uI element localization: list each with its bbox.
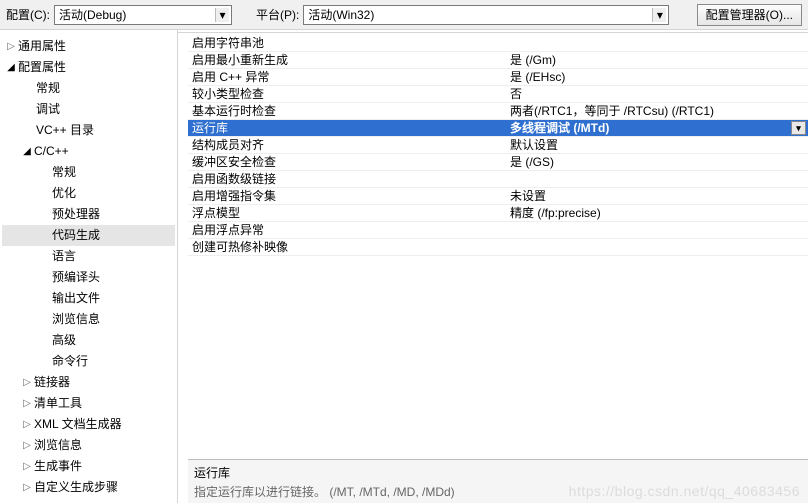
property-row[interactable]: 启用字符串池: [188, 35, 808, 52]
description-pane: 运行库 指定运行库以进行链接。 (/MT, /MTd, /MD, /MDd): [188, 459, 808, 503]
property-row[interactable]: 启用函数级链接: [188, 171, 808, 188]
property-value: 两者(/RTC1，等同于 /RTCsu) (/RTC1): [508, 103, 808, 119]
tree-item-cc-cmdline[interactable]: 命令行: [2, 351, 175, 372]
property-row[interactable]: 启用最小重新生成是 (/Gm): [188, 52, 808, 69]
tree-item-cc-pch[interactable]: 预编译头: [2, 267, 175, 288]
property-value: 否: [508, 86, 808, 102]
tree-item-cc[interactable]: ◢C/C++: [2, 141, 175, 162]
property-row[interactable]: 缓冲区安全检查是 (/GS): [188, 154, 808, 171]
property-row[interactable]: 结构成员对齐默认设置: [188, 137, 808, 154]
property-value: [508, 239, 808, 255]
config-label: 配置(C):: [6, 6, 50, 23]
property-name: 启用字符串池: [188, 35, 508, 51]
property-name: 运行库: [188, 120, 508, 136]
property-value: 是 (/GS): [508, 154, 808, 170]
config-tree[interactable]: ▷通用属性 ◢配置属性 常规 调试 VC++ 目录 ◢C/C++ 常规 优化 预…: [0, 30, 178, 503]
chevron-down-icon: ▾: [215, 8, 229, 22]
tree-item-cc-opt[interactable]: 优化: [2, 183, 175, 204]
property-name: 缓冲区安全检查: [188, 154, 508, 170]
tree-item-xmldoc[interactable]: ▷XML 文档生成器: [2, 414, 175, 435]
property-value: 是 (/EHsc): [508, 69, 808, 85]
property-name: 启用浮点异常: [188, 222, 508, 238]
property-name: 创建可热修补映像: [188, 239, 508, 255]
property-name: 启用 C++ 异常: [188, 69, 508, 85]
property-value[interactable]: 多线程调试 (/MTd)▾: [508, 120, 808, 136]
property-name: 启用函数级链接: [188, 171, 508, 187]
tree-item-general[interactable]: ▷通用属性: [2, 36, 175, 57]
property-value: [508, 35, 808, 51]
property-grid[interactable]: 启用字符串池启用最小重新生成是 (/Gm)启用 C++ 异常是 (/EHsc)较…: [188, 33, 808, 459]
tree-item-linker[interactable]: ▷链接器: [2, 372, 175, 393]
property-name: 较小类型检查: [188, 86, 508, 102]
config-combo[interactable]: 活动(Debug) ▾: [54, 5, 232, 25]
chevron-down-icon: ◢: [4, 58, 18, 77]
tree-item-cc-browse[interactable]: 浏览信息: [2, 309, 175, 330]
chevron-right-icon: ▷: [20, 394, 34, 413]
topbar: 配置(C): 活动(Debug) ▾ 平台(P): 活动(Win32) ▾ 配置…: [0, 0, 808, 30]
property-value: 默认设置: [508, 137, 808, 153]
chevron-down-icon: ◢: [20, 142, 34, 161]
chevron-right-icon: ▷: [20, 373, 34, 392]
description-body: 指定运行库以进行链接。 (/MT, /MTd, /MD, /MDd): [194, 483, 802, 500]
chevron-right-icon: ▷: [20, 457, 34, 476]
platform-combo[interactable]: 活动(Win32) ▾: [303, 5, 669, 25]
property-panel: 启用字符串池启用最小重新生成是 (/Gm)启用 C++ 异常是 (/EHsc)较…: [178, 32, 808, 503]
property-value: 未设置: [508, 188, 808, 204]
chevron-right-icon: ▷: [4, 37, 18, 56]
chevron-right-icon: ▷: [20, 478, 34, 497]
tree-item-custom[interactable]: ▷自定义生成步骤: [2, 477, 175, 498]
tree-item-buildevt[interactable]: ▷生成事件: [2, 456, 175, 477]
tree-item-cc-lang[interactable]: 语言: [2, 246, 175, 267]
property-name: 启用增强指令集: [188, 188, 508, 204]
property-row[interactable]: 启用增强指令集未设置: [188, 188, 808, 205]
property-name: 浮点模型: [188, 205, 508, 221]
chevron-right-icon: ▷: [20, 415, 34, 434]
property-name: 启用最小重新生成: [188, 52, 508, 68]
chevron-down-icon[interactable]: ▾: [791, 121, 806, 135]
tree-item-manifest[interactable]: ▷清单工具: [2, 393, 175, 414]
tree-item-cc-general[interactable]: 常规: [2, 162, 175, 183]
tree-item-cc-output[interactable]: 输出文件: [2, 288, 175, 309]
chevron-right-icon: ▷: [20, 436, 34, 455]
tree-item-configprops[interactable]: ◢配置属性: [2, 57, 175, 78]
property-row[interactable]: 基本运行时检查两者(/RTC1，等同于 /RTCsu) (/RTC1): [188, 103, 808, 120]
property-name: 结构成员对齐: [188, 137, 508, 153]
tree-item-cc-preproc[interactable]: 预处理器: [2, 204, 175, 225]
tree-item-vcdirs[interactable]: VC++ 目录: [2, 120, 175, 141]
platform-label: 平台(P):: [256, 6, 299, 23]
property-row[interactable]: 较小类型检查否: [188, 86, 808, 103]
platform-combo-value: 活动(Win32): [308, 6, 374, 23]
property-row[interactable]: 浮点模型精度 (/fp:precise): [188, 205, 808, 222]
property-value: [508, 222, 808, 238]
tree-item-debug[interactable]: 调试: [2, 99, 175, 120]
property-row[interactable]: 运行库多线程调试 (/MTd)▾: [188, 120, 808, 137]
tree-item-browseinfo[interactable]: ▷浏览信息: [2, 435, 175, 456]
config-manager-button[interactable]: 配置管理器(O)...: [697, 4, 802, 26]
property-name: 基本运行时检查: [188, 103, 508, 119]
property-row[interactable]: 启用 C++ 异常是 (/EHsc): [188, 69, 808, 86]
property-value: 是 (/Gm): [508, 52, 808, 68]
chevron-down-icon: ▾: [652, 8, 666, 22]
property-value: 精度 (/fp:precise): [508, 205, 808, 221]
config-combo-value: 活动(Debug): [59, 6, 126, 23]
property-row[interactable]: 创建可热修补映像: [188, 239, 808, 256]
description-title: 运行库: [194, 464, 802, 481]
property-value: [508, 171, 808, 187]
tree-item-cc-codegen[interactable]: 代码生成: [2, 225, 175, 246]
property-row[interactable]: 启用浮点异常: [188, 222, 808, 239]
tree-item-cc-adv[interactable]: 高级: [2, 330, 175, 351]
tree-item-general2[interactable]: 常规: [2, 78, 175, 99]
main: ▷通用属性 ◢配置属性 常规 调试 VC++ 目录 ◢C/C++ 常规 优化 预…: [0, 30, 808, 503]
